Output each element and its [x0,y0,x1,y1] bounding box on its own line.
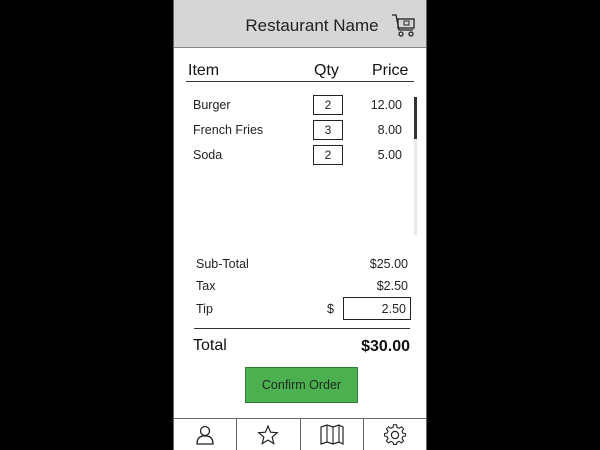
restaurant-name: Restaurant Name [245,16,379,35]
total-label: Total [193,337,227,354]
tip-label: Tip [196,302,213,316]
subtotal-value: $25.00 [369,257,408,271]
item-price: 8.00 [377,123,402,137]
item-price: 12.00 [370,98,402,112]
item-price: 5.00 [377,148,402,162]
column-header-qty: Qty [314,62,339,79]
tip-currency: $ [327,302,334,316]
order-row: Burger 12.00 [174,95,426,115]
tab-map[interactable] [301,419,364,450]
column-header-price: Price [372,62,409,79]
scrollbar-thumb[interactable] [414,97,417,139]
tab-favorites[interactable] [237,419,301,450]
person-icon [196,425,214,445]
order-row: French Fries 8.00 [174,120,426,140]
star-icon [257,423,280,445]
summary-divider [194,328,410,329]
gear-icon [383,423,406,445]
item-name: Soda [193,148,223,162]
subtotal-label: Sub-Total [196,257,249,271]
tax-label: Tax [196,279,216,293]
phone-screen: Restaurant Name Item Qty Price Burger 12… [173,0,427,450]
item-name: Burger [193,98,231,112]
confirm-order-button[interactable]: Confirm Order [245,367,358,403]
bottom-tab-bar [174,418,426,450]
quantity-field[interactable] [313,120,343,140]
quantity-field[interactable] [313,95,343,115]
total-value: $30.00 [361,338,410,355]
map-icon [320,423,344,445]
scrollbar[interactable] [414,97,417,235]
tip-input[interactable] [343,297,411,320]
tax-value: $2.50 [376,279,408,293]
shopping-cart-icon[interactable] [390,11,418,39]
quantity-field[interactable] [313,145,343,165]
tab-settings[interactable] [364,419,426,450]
app-header: Restaurant Name [174,0,426,48]
tab-profile[interactable] [174,419,238,450]
order-row: Soda 5.00 [174,145,426,165]
header-divider [186,81,414,82]
column-header-item: Item [188,62,220,79]
item-name: French Fries [193,123,264,137]
